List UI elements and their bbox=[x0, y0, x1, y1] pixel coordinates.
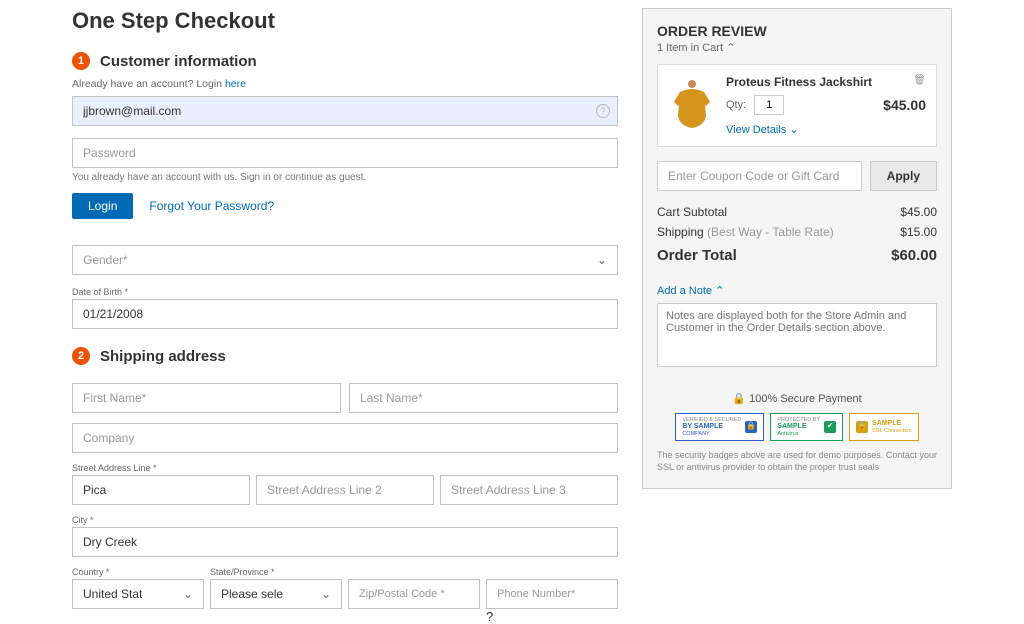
shipping-label: Shipping (Best Way - Table Rate) bbox=[657, 225, 834, 239]
coupon-input[interactable] bbox=[657, 161, 862, 191]
item-price: $45.00 bbox=[883, 97, 926, 113]
last-name-field[interactable] bbox=[349, 383, 618, 413]
badge-disclaimer: The security badges above are used for d… bbox=[657, 449, 937, 474]
section-customer-title: Customer information bbox=[100, 53, 257, 70]
street3-field[interactable] bbox=[440, 475, 618, 505]
state-value: Please sele bbox=[221, 587, 283, 601]
order-total-value: $60.00 bbox=[891, 247, 937, 264]
cart-item: Proteus Fitness Jackshirt 🗑 Qty: $45.00 … bbox=[657, 64, 937, 147]
section-customer-head: 1 Customer information bbox=[72, 52, 618, 70]
street1-field[interactable] bbox=[72, 475, 250, 505]
street2-field[interactable] bbox=[256, 475, 434, 505]
lock-icon: 🔒 bbox=[745, 421, 757, 433]
add-note-label: Add a Note bbox=[657, 285, 712, 297]
country-select[interactable]: United Stat ⌄ bbox=[72, 579, 204, 609]
view-details-toggle[interactable]: View Details ⌄ bbox=[726, 123, 799, 136]
trash-icon[interactable]: 🗑 bbox=[913, 75, 926, 86]
chevron-down-icon: ⌄ bbox=[597, 253, 607, 267]
first-name-field[interactable] bbox=[72, 383, 341, 413]
secure-payment-label: 🔒 100% Secure Payment bbox=[657, 392, 937, 405]
country-value: United Stat bbox=[83, 587, 142, 601]
email-field[interactable] bbox=[72, 96, 618, 126]
forgot-password-link[interactable]: Forgot Your Password? bbox=[149, 199, 274, 213]
dob-field[interactable] bbox=[72, 299, 618, 329]
qty-input[interactable] bbox=[754, 95, 784, 115]
step-badge-1: 1 bbox=[72, 52, 90, 70]
trust-badges: VERIFIED & SECURED BY SAMPLE COMPANY 🔒 P… bbox=[657, 413, 937, 441]
chevron-down-icon: ⌄ bbox=[321, 587, 331, 601]
page-title: One Step Checkout bbox=[72, 8, 618, 34]
existing-account-note: You already have an account with us. Sig… bbox=[72, 172, 618, 183]
order-review-title: ORDER REVIEW bbox=[657, 23, 937, 39]
order-total-label: Order Total bbox=[657, 247, 737, 264]
item-thumbnail bbox=[668, 75, 716, 133]
trust-badge-ssl: 🔒 SAMPLE SSL Connection bbox=[849, 413, 919, 441]
qty-label: Qty: bbox=[726, 99, 746, 111]
item-name: Proteus Fitness Jackshirt bbox=[726, 75, 872, 89]
chevron-up-icon: ⌃ bbox=[715, 285, 724, 297]
chevron-down-icon: ⌄ bbox=[183, 587, 193, 601]
cart-count-toggle[interactable]: 1 Item in Cart ⌃ bbox=[657, 41, 937, 54]
section-shipping-title: Shipping address bbox=[100, 348, 226, 365]
secure-payment-text: 100% Secure Payment bbox=[749, 393, 862, 405]
city-label: City * bbox=[72, 515, 618, 525]
trust-badge-antivirus: PROTECTED BY SAMPLE Antivirus ✔ bbox=[770, 413, 843, 441]
gender-select[interactable]: Gender* ⌄ bbox=[72, 245, 618, 275]
shipping-detail: (Best Way - Table Rate) bbox=[704, 225, 834, 239]
order-note-textarea[interactable] bbox=[657, 303, 937, 367]
chevron-down-icon: ⌄ bbox=[789, 124, 798, 136]
zip-label: Zip/Postal Code * bbox=[359, 588, 445, 600]
state-select[interactable]: Please sele ⌄ bbox=[210, 579, 342, 609]
login-hint: Already have an account? Login here bbox=[72, 78, 618, 90]
login-here-link[interactable]: here bbox=[225, 78, 246, 90]
subtotal-value: $45.00 bbox=[900, 205, 937, 219]
subtotal-label: Cart Subtotal bbox=[657, 205, 727, 219]
order-review-panel: ORDER REVIEW 1 Item in Cart ⌃ Proteus bbox=[642, 8, 952, 489]
dob-label: Date of Birth * bbox=[72, 287, 618, 297]
add-note-toggle[interactable]: Add a Note ⌃ bbox=[657, 284, 724, 297]
chevron-up-icon: ⌃ bbox=[726, 42, 735, 54]
login-hint-text: Already have an account? Login bbox=[72, 78, 225, 90]
password-field[interactable] bbox=[72, 138, 618, 168]
gender-placeholder: Gender* bbox=[83, 253, 128, 267]
trust-badge-verified: VERIFIED & SECURED BY SAMPLE COMPANY 🔒 bbox=[675, 413, 764, 441]
step-badge-2: 2 bbox=[72, 347, 90, 365]
help-icon[interactable]: ? bbox=[596, 104, 610, 118]
section-shipping-head: 2 Shipping address bbox=[72, 347, 618, 365]
company-field[interactable] bbox=[72, 423, 618, 453]
lock-icon: 🔒 bbox=[856, 421, 868, 433]
help-icon[interactable]: ? bbox=[486, 609, 493, 624]
apply-coupon-button[interactable]: Apply bbox=[870, 161, 937, 191]
street-label: Street Address Line * bbox=[72, 463, 618, 473]
lock-icon: 🔒 bbox=[732, 393, 746, 405]
phone-field[interactable] bbox=[486, 579, 618, 609]
shield-icon: ✔ bbox=[824, 421, 836, 433]
zip-field[interactable]: Zip/Postal Code * bbox=[348, 579, 480, 609]
city-field[interactable] bbox=[72, 527, 618, 557]
cart-count-label: 1 Item in Cart bbox=[657, 42, 723, 54]
view-details-label: View Details bbox=[726, 124, 786, 136]
shipping-value: $15.00 bbox=[900, 225, 937, 239]
login-button[interactable]: Login bbox=[72, 193, 133, 219]
